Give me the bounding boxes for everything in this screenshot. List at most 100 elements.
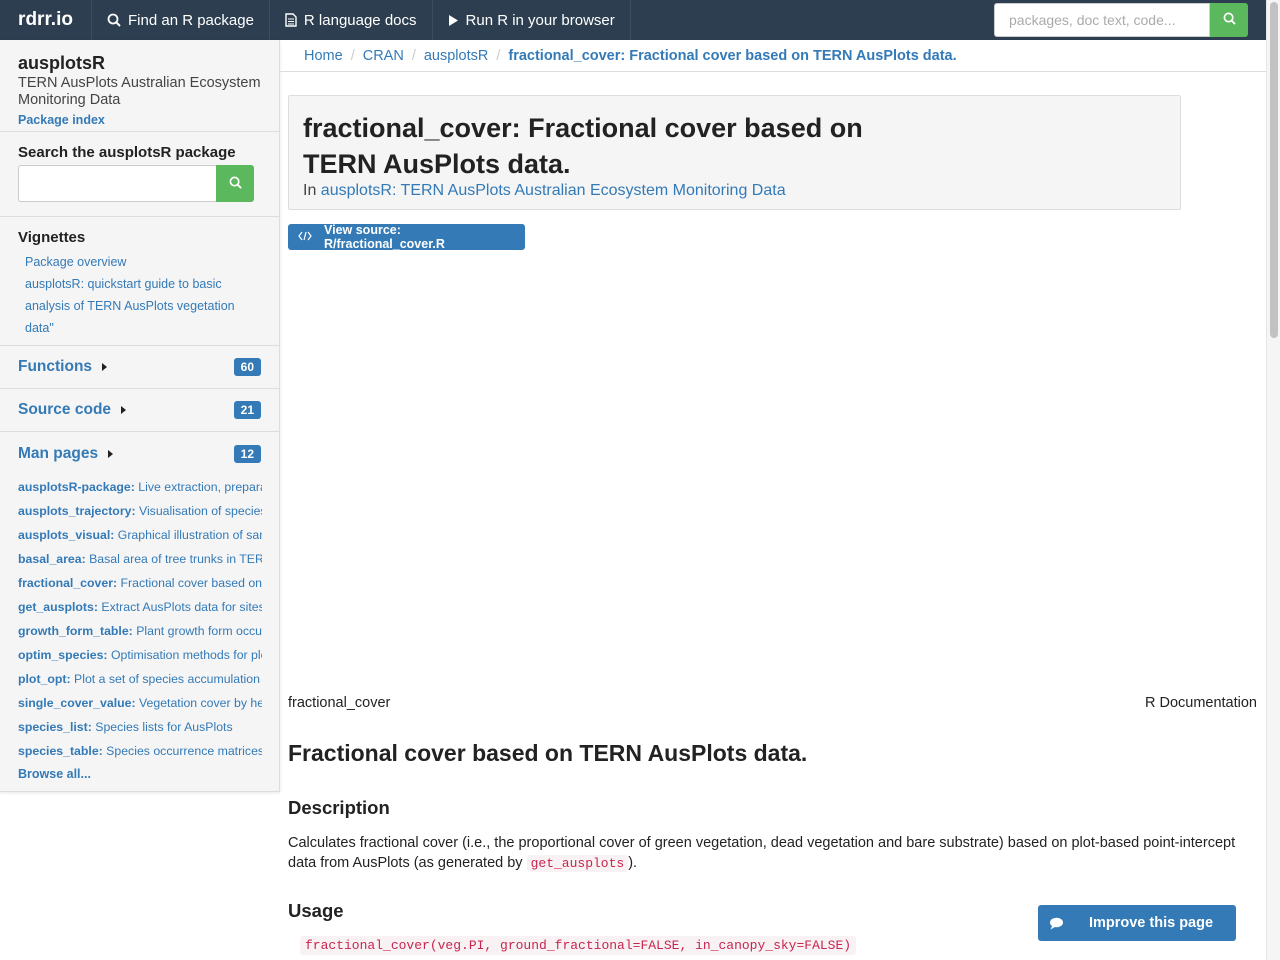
man-page-desc: Optimisation methods for plot selection <box>110 648 262 662</box>
functions-label: Functions <box>18 358 93 375</box>
description-text: Calculates fractional cover (i.e., the p… <box>288 833 1258 874</box>
source-code-label: Source code <box>18 401 112 418</box>
search-icon <box>229 176 242 192</box>
breadcrumb-separator: / <box>411 47 416 64</box>
brand-logo[interactable]: rdrr.io <box>0 0 92 40</box>
global-search <box>994 3 1248 37</box>
man-page-name: optim_species: <box>18 648 108 662</box>
breadcrumb-home[interactable]: Home <box>304 48 343 64</box>
description-end: ). <box>628 855 638 871</box>
search-icon <box>1223 12 1236 28</box>
package-link[interactable]: ausplotsR: TERN AusPlots Australian Ecos… <box>321 182 786 199</box>
package-search-button[interactable] <box>216 165 254 202</box>
package-index-link[interactable]: Package index <box>18 113 261 131</box>
man-page-desc: Fractional cover based on TERN AusPlots … <box>120 576 262 590</box>
man-page-name: species_table: <box>18 744 103 758</box>
get-ausplots-code-link[interactable]: get_ausplots <box>526 855 629 872</box>
global-search-input[interactable] <box>994 3 1210 37</box>
man-pages-toggle[interactable]: Man pages 12 <box>18 432 261 475</box>
vignette-link[interactable]: Package overview <box>18 251 265 273</box>
improve-page-label: Improve this page <box>1088 915 1214 931</box>
usage-code: fractional_cover(veg.PI, ground_fraction… <box>300 936 857 955</box>
man-page-name: ausplots_visual: <box>18 528 115 542</box>
vignette-link[interactable]: ausplotsR: quickstart guide to basic ana… <box>18 273 265 339</box>
man-page-item[interactable]: single_cover_value: Vegetation cover by … <box>18 691 262 715</box>
global-search-button[interactable] <box>1210 3 1248 37</box>
breadcrumb: Home / CRAN / ausplotsR / fractional_cov… <box>280 40 1266 72</box>
doc-header: fractional_cover R Documentation <box>288 695 1257 711</box>
package-info: ausplotsR TERN AusPlots Australian Ecosy… <box>0 53 279 132</box>
man-page-item[interactable]: species_table: Species occurrence matric… <box>18 739 262 763</box>
nav-r-docs[interactable]: R language docs <box>270 0 433 40</box>
doc-label: R Documentation <box>1144 695 1257 711</box>
man-page-name: single_cover_value: <box>18 696 136 710</box>
doc-name: fractional_cover <box>288 695 391 711</box>
package-name: ausplotsR <box>18 53 106 73</box>
man-page-item[interactable]: get_ausplots: Extract AusPlots data for … <box>18 595 262 619</box>
man-page-name: plot_opt: <box>18 672 71 686</box>
man-pages-label: Man pages <box>18 444 99 462</box>
page-title: fractional_cover: Fractional cover based… <box>303 113 863 179</box>
top-navbar: rdrr.io Find an R package R language doc… <box>0 0 1266 40</box>
man-page-item[interactable]: optim_species: Optimisation methods for … <box>18 643 262 667</box>
man-page-item[interactable]: plot_opt: Plot a set of species accumula… <box>18 667 262 691</box>
man-page-desc: Live extraction, preparation, visualisat… <box>138 480 262 494</box>
man-page-item[interactable]: ausplots_trajectory: Visualisation of sp… <box>18 499 262 523</box>
browse-all-link[interactable]: Browse all... <box>18 767 261 781</box>
comment-icon <box>1038 917 1074 930</box>
improve-page-button[interactable]: Improve this page <box>1038 905 1236 941</box>
package-title: TERN AusPlots Australian Ecosystem Monit… <box>18 75 261 108</box>
man-page-desc: Visualisation of species composition <box>138 504 262 518</box>
man-page-desc: Graphical illustration of sampled plots <box>117 528 262 542</box>
man-page-name: growth_form_table: <box>18 624 133 638</box>
man-page-item[interactable]: species_list: Species lists for AusPlots <box>18 715 262 739</box>
breadcrumb-separator: / <box>350 47 355 64</box>
page-header: fractional_cover: Fractional cover based… <box>288 95 1181 210</box>
play-icon <box>448 14 459 27</box>
man-page-item[interactable]: growth_form_table: Plant growth form occ… <box>18 619 262 643</box>
source-code-toggle[interactable]: Source code 21 <box>0 389 279 432</box>
man-page-desc: Species occurrence matrices <box>102 744 262 758</box>
vignettes-heading: Vignettes <box>18 229 86 246</box>
nav-find-package[interactable]: Find an R package <box>92 0 270 40</box>
nav-run-r-label: Run R in your browser <box>465 11 615 29</box>
breadcrumb-current[interactable]: fractional_cover: Fractional cover based… <box>508 48 956 64</box>
package-search: Search the ausplotsR package <box>0 132 279 217</box>
man-page-name: ausplotsR-package: <box>18 480 135 494</box>
view-source-label: View source: R/fractional_cover.R <box>324 223 445 251</box>
page-scrollbar[interactable] <box>1266 0 1280 960</box>
usage-heading: Usage <box>288 900 344 921</box>
man-page-desc: Plot a set of species accumulation curve… <box>74 672 262 686</box>
man-page-desc: Basal area of tree trunks in TERN AusPlo… <box>89 552 262 566</box>
package-search-input[interactable] <box>18 165 216 202</box>
scrollbar-thumb[interactable] <box>1270 2 1278 338</box>
man-page-desc: Species lists for AusPlots <box>91 720 233 734</box>
description-heading: Description <box>288 797 390 818</box>
doc-title: Fractional cover based on TERN AusPlots … <box>288 740 808 766</box>
man-pages-list: ausplotsR-package: Live extraction, prep… <box>18 475 262 763</box>
man-pages-section: Man pages 12 ausplotsR-package: Live ext… <box>0 432 279 781</box>
man-page-item[interactable]: ausplots_visual: Graphical illustration … <box>18 523 262 547</box>
man-page-name: ausplots_trajectory: <box>18 504 136 518</box>
nav-find-package-label: Find an R package <box>128 11 254 29</box>
man-page-name: fractional_cover: <box>18 576 118 590</box>
breadcrumb-package[interactable]: ausplotsR <box>424 48 488 64</box>
man-page-name: species_list: <box>18 720 92 734</box>
functions-toggle[interactable]: Functions 60 <box>0 346 279 389</box>
breadcrumb-separator: / <box>496 47 501 64</box>
search-icon <box>107 13 121 27</box>
source-code-count-badge: 21 <box>233 401 261 419</box>
nav-run-r[interactable]: Run R in your browser <box>433 0 631 40</box>
breadcrumb-cran[interactable]: CRAN <box>363 48 404 64</box>
vignettes-section: Vignettes Package overview ausplotsR: qu… <box>0 217 279 346</box>
man-page-item[interactable]: basal_area: Basal area of tree trunks in… <box>18 547 262 571</box>
view-source-button[interactable]: View source: R/fractional_cover.R <box>288 223 525 251</box>
in-prefix: In <box>303 182 317 199</box>
sidebar: ausplotsR TERN AusPlots Australian Ecosy… <box>0 40 280 792</box>
document-icon <box>285 13 297 27</box>
package-search-heading: Search the ausplotsR package <box>18 144 236 161</box>
man-page-item[interactable]: ausplotsR-package: Live extraction, prep… <box>18 475 262 499</box>
man-page-item[interactable]: fractional_cover: Fractional cover based… <box>18 571 262 595</box>
man-page-name: get_ausplots: <box>18 600 98 614</box>
man-page-desc: Extract AusPlots data for sites, species… <box>101 600 262 614</box>
